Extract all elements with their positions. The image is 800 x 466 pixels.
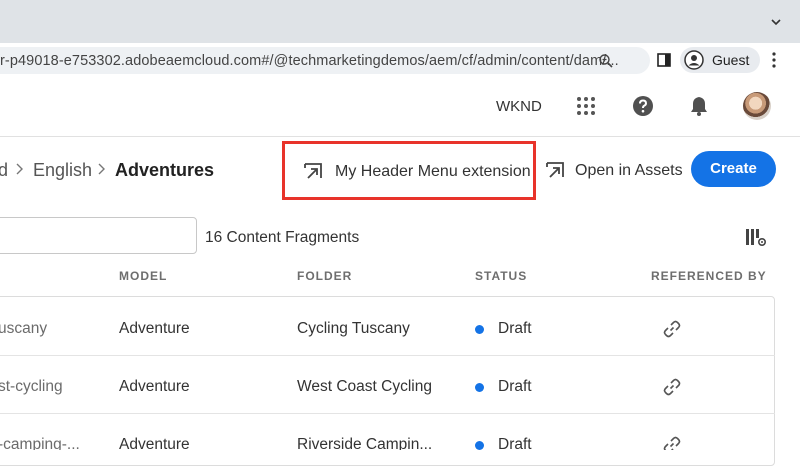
row-folder: West Coast Cycling [297,378,432,395]
table-row[interactable]: uscany Adventure Cycling Tuscany Draft [0,298,800,356]
status-dot [475,383,484,392]
status-dot [475,441,484,450]
link-icon[interactable] [662,377,682,397]
row-model: Adventure [119,320,190,337]
user-avatar[interactable] [743,92,771,120]
row-model: Adventure [119,436,190,450]
open-external-icon [304,163,322,179]
notifications-icon[interactable] [688,95,710,117]
chevron-right-icon [98,163,105,175]
browser-tab-strip [0,0,800,43]
row-status: Draft [498,320,532,337]
row-name[interactable]: uscany [0,320,47,338]
fragment-count: 16 Content Fragments [205,229,360,246]
table-row[interactable]: -camping-... Adventure Riverside Campin.… [0,414,800,450]
address-bar-url: r-p49018-e753302.adobeaemcloud.com#/@tec… [0,53,619,69]
help-icon[interactable] [632,95,654,117]
column-header-status[interactable]: STATUS [475,269,527,283]
address-bar[interactable]: r-p49018-e753302.adobeaemcloud.com#/@tec… [0,47,650,74]
header-menu-extension-button[interactable]: My Header Menu extension [282,141,536,200]
zoom-icon[interactable] [598,53,614,69]
open-in-assets-button[interactable]: Open in Assets [545,158,685,184]
row-folder: Riverside Campin... [297,436,433,450]
chevron-down-icon[interactable] [770,16,782,28]
search-input[interactable] [0,217,197,254]
open-in-assets-label: Open in Assets [575,162,683,179]
open-external-icon [546,162,564,178]
breadcrumb-current: Adventures [115,160,215,180]
profile-label: Guest [712,52,750,68]
row-name[interactable]: -camping-... [0,436,80,450]
column-header-referenced-by[interactable]: REFERENCED BY [651,269,767,283]
column-header-folder[interactable]: FOLDER [297,269,352,283]
app-switcher-icon[interactable] [576,96,596,116]
table-row[interactable]: st-cycling Adventure West Coast Cycling … [0,356,800,414]
column-header-model[interactable]: MODEL [119,269,167,283]
profile-icon [684,50,704,70]
app-header: WKND [0,78,800,137]
org-switcher[interactable]: WKND [496,98,542,115]
row-folder: Cycling Tuscany [297,320,410,337]
side-panel-icon[interactable] [657,53,671,67]
column-settings-icon[interactable] [745,226,767,248]
link-icon[interactable] [662,319,682,339]
row-name[interactable]: st-cycling [0,378,63,396]
link-icon[interactable] [662,435,682,450]
row-model: Adventure [119,378,190,395]
profile-button[interactable]: Guest [680,47,760,73]
create-button[interactable]: Create [691,151,776,187]
more-menu-icon[interactable] [770,51,778,69]
breadcrumb-item[interactable]: English [33,160,92,181]
row-status: Draft [498,436,532,450]
row-status: Draft [498,378,532,395]
chevron-right-icon [16,163,23,175]
breadcrumb-item[interactable]: d [0,160,8,181]
status-dot [475,325,484,334]
header-menu-extension-label: My Header Menu extension [335,163,531,180]
